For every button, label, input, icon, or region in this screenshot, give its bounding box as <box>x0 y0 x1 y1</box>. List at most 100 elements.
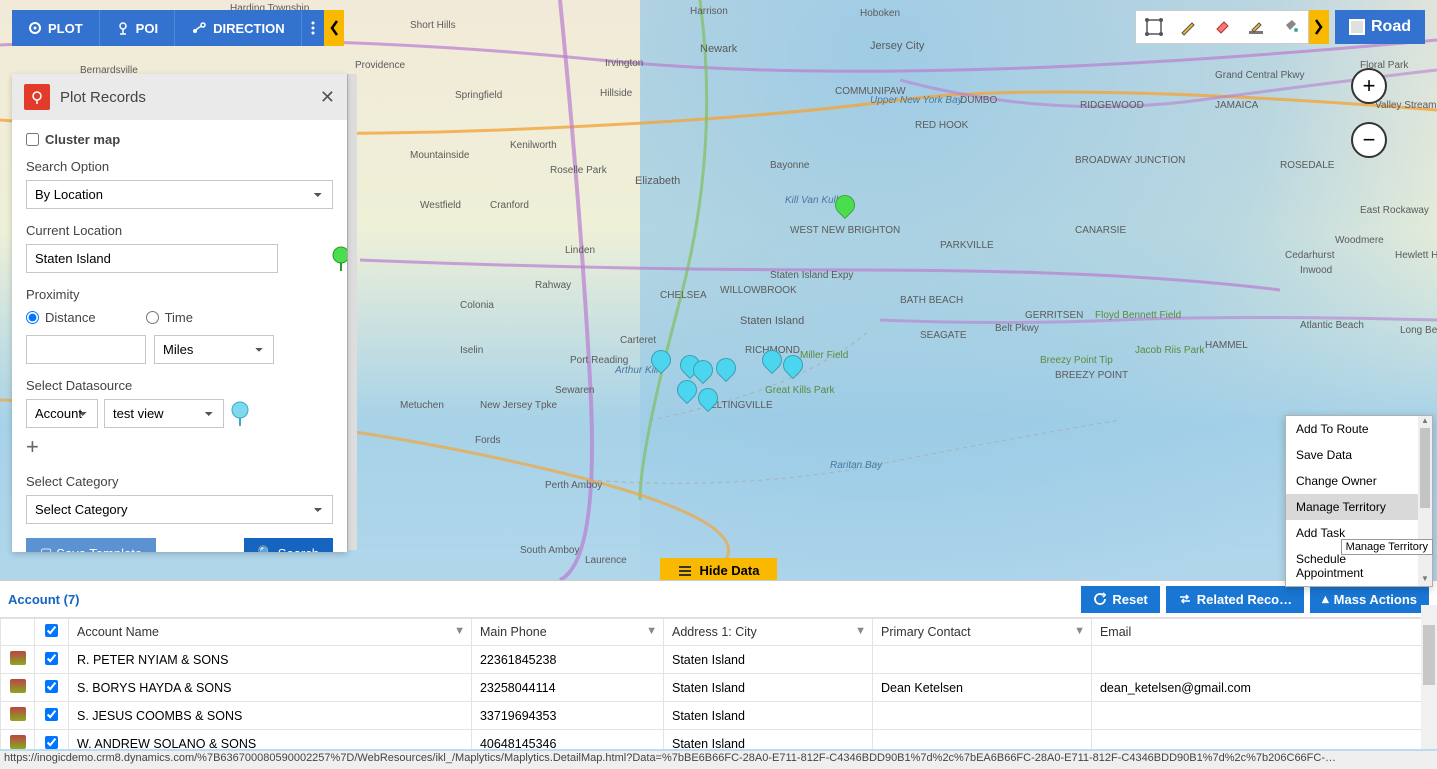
edit-tool[interactable] <box>1244 15 1268 39</box>
search-option-select[interactable]: By Location <box>26 180 333 209</box>
search-button[interactable]: 🔍 Search <box>244 538 333 552</box>
toolbar-more[interactable] <box>302 10 324 46</box>
reset-button[interactable]: Reset <box>1081 586 1159 613</box>
cell-name: S. BORYS HAYDA & SONS <box>69 674 472 702</box>
current-location-input[interactable] <box>26 244 278 273</box>
record-icon[interactable] <box>1 646 35 674</box>
collapse-right-handle[interactable] <box>1309 10 1329 44</box>
poi-label: POI <box>136 21 158 36</box>
datasource-entity-select[interactable]: Account <box>26 399 98 428</box>
cluster-map-checkbox[interactable] <box>26 133 39 146</box>
zoom-in-button[interactable]: + <box>1351 68 1387 104</box>
record-icon[interactable] <box>1 674 35 702</box>
datasource-pin-icon[interactable] <box>230 401 250 427</box>
cell-city: Staten Island <box>663 646 872 674</box>
eraser-tool[interactable] <box>1210 15 1234 39</box>
menu-item[interactable]: Add To Route <box>1286 416 1432 442</box>
search-option-label: Search Option <box>26 159 333 174</box>
mass-actions-button[interactable]: ▴ Mass Actions <box>1310 585 1429 613</box>
filter-icon[interactable]: ▼ <box>454 625 465 637</box>
row-checkbox[interactable] <box>35 674 69 702</box>
direction-button[interactable]: DIRECTION <box>175 10 302 46</box>
pencil-tool[interactable] <box>1176 15 1200 39</box>
column-header[interactable]: Main Phone▼ <box>471 619 663 646</box>
select-all-header[interactable] <box>35 619 69 646</box>
row-checkbox[interactable] <box>35 646 69 674</box>
proximity-value-input[interactable] <box>26 335 146 364</box>
plot-button[interactable]: PLOT <box>12 10 100 46</box>
related-records-button[interactable]: Related Reco… <box>1166 586 1304 613</box>
draw-tools <box>1135 10 1309 44</box>
cell-name: S. JESUS COOMBS & SONS <box>69 702 472 730</box>
column-header[interactable]: Address 1: City▼ <box>663 619 872 646</box>
menu-scrollbar[interactable]: ▲ ▼ <box>1418 416 1432 586</box>
direction-label: DIRECTION <box>213 21 285 36</box>
menu-item[interactable]: Save Data <box>1286 442 1432 468</box>
row-checkbox[interactable] <box>35 730 69 750</box>
map-type-icon <box>1349 19 1365 35</box>
row-checkbox[interactable] <box>35 702 69 730</box>
cell-city: Staten Island <box>663 730 872 750</box>
cell-name: R. PETER NYIAM & SONS <box>69 646 472 674</box>
cell-phone: 40648145346 <box>471 730 663 750</box>
cell-city: Staten Island <box>663 674 872 702</box>
table-row[interactable]: W. ANDREW SOLANO & SONS40648145346Staten… <box>1 730 1437 750</box>
cell-contact <box>873 702 1092 730</box>
cell-email <box>1091 702 1436 730</box>
column-header[interactable]: Primary Contact▼ <box>873 619 1092 646</box>
proximity-unit-select[interactable]: Miles <box>154 335 274 364</box>
cluster-map-label: Cluster map <box>45 132 120 147</box>
data-grid[interactable]: Account Name▼Main Phone▼Address 1: City▼… <box>0 617 1437 749</box>
column-header[interactable]: Account Name▼ <box>69 619 472 646</box>
cell-contact <box>873 646 1092 674</box>
menu-item[interactable]: Manage Territory <box>1286 494 1432 520</box>
cell-name: W. ANDREW SOLANO & SONS <box>69 730 472 750</box>
mass-actions-menu: Add To RouteSave DataChange OwnerManage … <box>1285 415 1433 587</box>
column-header[interactable]: Email▼ <box>1091 619 1436 646</box>
cell-contact: Dean Ketelsen <box>873 674 1092 702</box>
table-row[interactable]: S. BORYS HAYDA & SONS23258044114Staten I… <box>1 674 1437 702</box>
category-select[interactable]: Select Category <box>26 495 333 524</box>
grid-scrollbar[interactable] <box>1421 605 1437 749</box>
map-type-selector[interactable]: Road <box>1335 10 1425 44</box>
menu-item[interactable]: Change Owner <box>1286 468 1432 494</box>
datasource-view-select[interactable]: test view <box>104 399 224 428</box>
filter-icon[interactable]: ▼ <box>855 625 866 637</box>
add-datasource-button[interactable]: + <box>26 434 39 460</box>
cell-email: dean_ketelsen@gmail.com <box>1091 674 1436 702</box>
plot-records-panel: Plot Records ✕ Cluster map Search Option… <box>12 74 347 552</box>
plot-panel-header: Plot Records ✕ <box>12 74 347 120</box>
datasource-label: Select Datasource <box>26 378 333 393</box>
cell-email <box>1091 646 1436 674</box>
zoom-out-button[interactable]: − <box>1351 122 1387 158</box>
location-pin-icon[interactable] <box>331 246 347 272</box>
collapse-left-handle[interactable] <box>324 10 344 46</box>
chevron-left-icon <box>328 13 340 43</box>
filter-icon[interactable]: ▼ <box>646 625 657 637</box>
table-row[interactable]: S. JESUS COOMBS & SONS33719694353Staten … <box>1 702 1437 730</box>
poi-button[interactable]: POI <box>100 10 175 46</box>
cell-phone: 33719694353 <box>471 702 663 730</box>
record-icon[interactable] <box>1 702 35 730</box>
table-row[interactable]: R. PETER NYIAM & SONS22361845238Staten I… <box>1 646 1437 674</box>
distance-radio[interactable]: Distance <box>26 310 96 325</box>
save-template-button[interactable]: ▢ Save Template <box>26 538 156 552</box>
bucket-tool[interactable] <box>1278 15 1302 39</box>
chevron-right-icon <box>1313 12 1325 42</box>
plot-panel-title: Plot Records <box>60 89 320 106</box>
manage-territory-tooltip: Manage Territory <box>1341 539 1433 555</box>
right-toolbar: Road <box>1135 10 1425 44</box>
map-type-label: Road <box>1371 18 1411 36</box>
swap-icon <box>1178 592 1192 606</box>
filter-icon[interactable]: ▼ <box>1074 625 1085 637</box>
record-icon[interactable] <box>1 730 35 750</box>
shape-tool[interactable] <box>1142 15 1166 39</box>
zoom-controls: + − <box>1351 68 1387 158</box>
current-location-label: Current Location <box>26 223 333 238</box>
time-radio[interactable]: Time <box>146 310 193 325</box>
close-panel-button[interactable]: ✕ <box>320 87 335 108</box>
direction-icon <box>191 21 207 35</box>
panel-resize-handle[interactable] <box>347 74 357 550</box>
main-toolbar: PLOT POI DIRECTION <box>12 10 344 46</box>
grid-title[interactable]: Account (7) <box>8 592 80 607</box>
